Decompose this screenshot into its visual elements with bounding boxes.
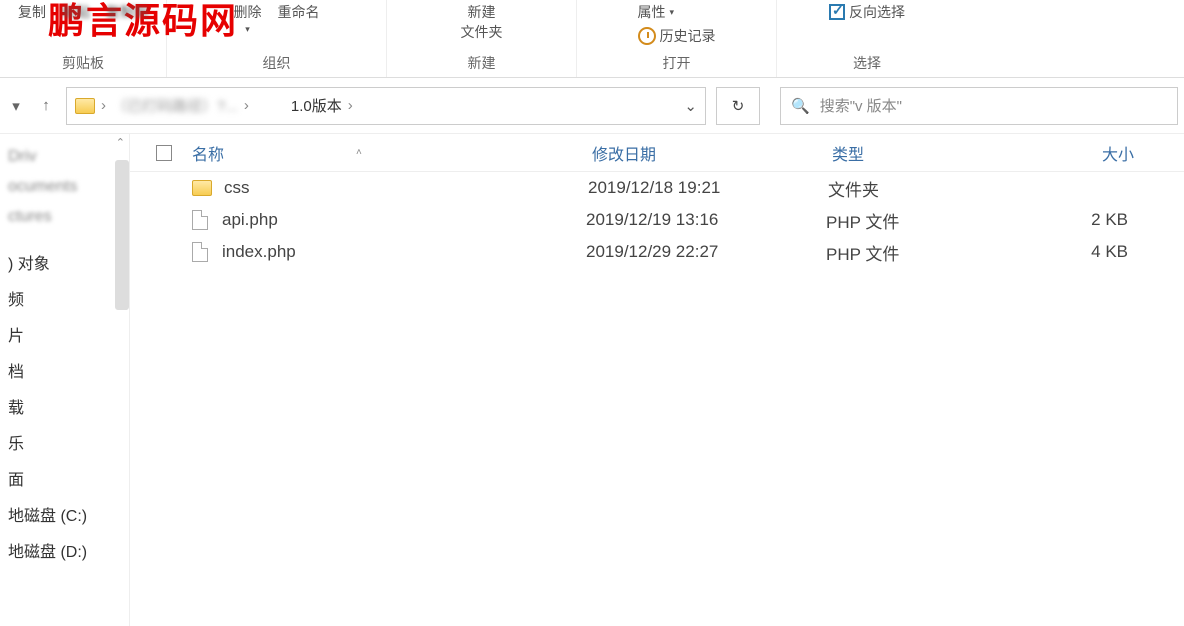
file-type: PHP 文件 [826,208,1026,233]
folder-icon [75,98,95,114]
sidebar-item[interactable]: ocuments [0,172,129,202]
invert-icon [829,4,845,20]
sidebar-item[interactable]: 面 [0,460,129,496]
chevron-right-icon: › [244,97,249,114]
file-row[interactable]: css2019/12/18 19:21文件夹 [130,172,1184,204]
paste-button[interactable]: 粘贴 [62,2,90,22]
file-type: PHP 文件 [826,240,1026,265]
ribbon-label-clipboard: 剪贴板 [62,53,104,77]
ribbon-label-new: 新建 [468,53,496,77]
sidebar-item[interactable]: 地磁盘 (C:) [0,496,129,532]
select-all-checkbox[interactable] [156,145,172,161]
sidebar-item[interactable]: 片 [0,316,129,352]
file-row[interactable]: api.php2019/12/19 13:16PHP 文件2 KB [130,204,1184,236]
file-name: api.php [222,210,586,230]
ribbon-label-select: 选择 [853,53,881,77]
breadcrumb-obscured[interactable]: （已打码路径）?... [112,95,238,116]
nav-dropdown-icon[interactable]: ▾ [6,96,26,116]
rename-button[interactable]: 重命名 [278,2,320,22]
ribbon-group-clipboard: 复制 粘贴 复制到 剪贴板 [0,0,167,77]
chevron-right-icon: › [348,97,353,114]
search-input[interactable]: 🔍 搜索"v 版本" [780,87,1178,125]
ribbon-group-open: 属性 ▾ 历史记录 打开 [577,0,777,77]
ribbon-group-new: 新建 文件夹 新建 [387,0,577,77]
column-headers: 名称 ˄ 修改日期 类型 大小 [130,134,1184,172]
ribbon-label-organize: 组织 [263,53,291,77]
file-icon [192,242,208,262]
file-date: 2019/12/29 22:27 [586,242,826,262]
file-list: 名称 ˄ 修改日期 类型 大小 css2019/12/18 19:21文件夹ap… [130,134,1184,626]
chevron-right-icon: › [101,97,106,114]
sidebar-item[interactable]: ) 对象 [0,244,129,280]
properties-button[interactable]: 属性 ▾ [638,2,675,22]
file-date: 2019/12/18 19:21 [588,178,828,198]
sidebar-item[interactable] [0,232,129,244]
sidebar-item[interactable]: 档 [0,352,129,388]
new-folder-button[interactable]: 新建 文件夹 [461,2,503,42]
folder-icon [192,180,212,196]
breadcrumb-part[interactable] [255,95,285,116]
file-size: 2 KB [1026,210,1146,230]
file-type: 文件夹 [828,176,1028,201]
sort-indicator-icon: ˄ [356,147,362,158]
sidebar: ⌃ Drivocumentsctures) 对象频片档载乐面地磁盘 (C:)地磁… [0,134,130,626]
col-size[interactable]: 大小 [1032,141,1152,165]
file-row[interactable]: index.php2019/12/29 22:27PHP 文件4 KB [130,236,1184,268]
col-date[interactable]: 修改日期 [592,141,832,165]
history-icon [638,27,656,45]
search-icon: 🔍 [791,97,810,115]
copy-button[interactable]: 复制 [18,2,46,22]
sidebar-item[interactable]: 频 [0,280,129,316]
sidebar-scrollbar[interactable] [115,160,129,310]
col-type[interactable]: 类型 [832,141,1032,165]
ribbon: 鹏言源码网 复制 粘贴 复制到 剪贴板 删除 ▾ 重命名 组织 新建 文件夹 新… [0,0,1184,78]
file-size: 4 KB [1026,242,1146,262]
sidebar-item[interactable]: 地磁盘 (D:) [0,532,129,568]
nav-up-icon[interactable]: ↑ [36,96,56,116]
ribbon-group-organize: 删除 ▾ 重命名 组织 [167,0,387,77]
ribbon-label-open: 打开 [663,53,691,77]
sidebar-item[interactable]: 载 [0,388,129,424]
ribbon-group-select: 反向选择 选择 [777,0,957,77]
address-bar[interactable]: › （已打码路径）?... › 1.0版本 › ⌄ [66,87,706,125]
file-name: index.php [222,242,586,262]
delete-button[interactable]: 删除 ▾ [234,2,262,35]
rename-label: 重命名 [278,2,320,22]
main-area: ⌃ Drivocumentsctures) 对象频片档载乐面地磁盘 (C:)地磁… [0,134,1184,626]
address-bar-row: ▾ ↑ › （已打码路径）?... › 1.0版本 › ⌄ ↻ 🔍 搜索"v 版… [0,78,1184,134]
search-placeholder: 搜索"v 版本" [820,95,902,116]
delete-label: 删除 [234,2,262,22]
history-button[interactable]: 历史记录 [638,26,716,46]
sidebar-item[interactable]: ctures [0,202,129,232]
copy-to-button[interactable]: 复制到 [106,2,148,22]
refresh-button[interactable]: ↻ [716,87,760,125]
file-name: css [224,178,588,198]
col-name[interactable]: 名称 [192,141,224,165]
address-dropdown-icon[interactable]: ⌄ [684,97,697,115]
sidebar-item[interactable]: 乐 [0,424,129,460]
sidebar-item[interactable]: Driv [0,142,129,172]
breadcrumb-part[interactable]: 1.0版本 [291,95,342,116]
invert-selection-button[interactable]: 反向选择 [829,2,905,22]
file-date: 2019/12/19 13:16 [586,210,826,230]
file-icon [192,210,208,230]
